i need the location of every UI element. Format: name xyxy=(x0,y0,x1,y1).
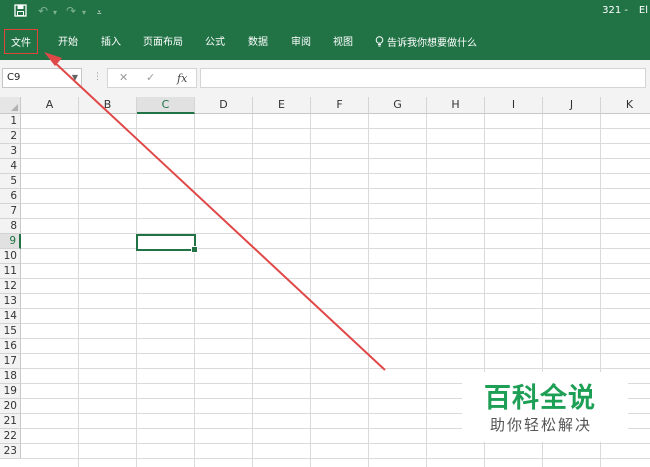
row-header[interactable]: 9 xyxy=(0,234,21,249)
formula-input[interactable] xyxy=(200,68,646,88)
row-header[interactable]: 19 xyxy=(0,384,21,399)
row-header[interactable]: 11 xyxy=(0,264,21,279)
row-header[interactable]: 6 xyxy=(0,189,21,204)
column-header[interactable]: K xyxy=(601,97,650,114)
active-cell[interactable] xyxy=(136,234,198,253)
watermark-subtitle: 助你轻松解决 xyxy=(490,416,593,434)
name-box[interactable]: C9 ▼ xyxy=(2,68,82,88)
column-header[interactable]: F xyxy=(311,97,369,114)
row-header[interactable]: 18 xyxy=(0,369,21,384)
tab-home[interactable]: 开始 xyxy=(58,33,78,48)
tab-file[interactable]: 文件 xyxy=(4,29,38,54)
lightbulb-icon xyxy=(375,36,384,47)
row-header[interactable]: 7 xyxy=(0,204,21,219)
row-header[interactable]: 12 xyxy=(0,279,21,294)
customize-qat-icon[interactable]: ⩡ xyxy=(97,6,102,20)
tab-review[interactable]: 审阅 xyxy=(291,33,311,48)
redo-icon[interactable]: ↷ xyxy=(66,4,76,18)
formula-buttons: ✕ ✓ fx xyxy=(107,68,197,88)
tell-me-box[interactable]: 告诉我你想要做什么 xyxy=(375,34,477,49)
column-header[interactable]: J xyxy=(543,97,601,114)
undo-icon[interactable]: ↶ xyxy=(38,4,48,18)
row-header[interactable]: 15 xyxy=(0,324,21,339)
row-header[interactable]: 2 xyxy=(0,129,21,144)
column-header[interactable]: I xyxy=(485,97,543,114)
dropdown-icon[interactable]: ▾ xyxy=(82,6,86,20)
name-box-value: C9 xyxy=(7,72,21,83)
row-header[interactable]: 5 xyxy=(0,174,21,189)
row-header[interactable]: 8 xyxy=(0,219,21,234)
column-header[interactable]: D xyxy=(195,97,253,114)
column-header[interactable]: B xyxy=(79,97,137,114)
row-header[interactable]: 22 xyxy=(0,429,21,444)
tell-me-label: 告诉我你想要做什么 xyxy=(387,38,477,49)
window-title-extra: El xyxy=(638,5,648,16)
column-header[interactable]: G xyxy=(369,97,427,114)
row-header[interactable]: 1 xyxy=(0,114,21,129)
cancel-icon[interactable]: ✕ xyxy=(119,71,128,84)
splitter-icon[interactable]: ⋮ xyxy=(93,72,102,82)
window-title: 321 - xyxy=(602,5,628,16)
formula-bar: C9 ▼ ⋮ ✕ ✓ fx xyxy=(0,60,650,97)
column-header[interactable]: E xyxy=(253,97,311,114)
ribbon: ↶ ▾ ↷ ▾ ⩡ 321 - El 文件 开始 插入 页面布局 公式 数据 审… xyxy=(0,0,650,60)
row-header[interactable]: 3 xyxy=(0,144,21,159)
watermark-title: 百科全说 xyxy=(484,383,596,414)
ribbon-tabs: 文件 开始 插入 页面布局 公式 数据 审阅 视图 告诉我你想要做什么 xyxy=(0,24,650,58)
column-header[interactable]: H xyxy=(427,97,485,114)
insert-function-icon[interactable]: fx xyxy=(177,72,187,85)
row-header[interactable]: 4 xyxy=(0,159,21,174)
row-header[interactable]: 13 xyxy=(0,294,21,309)
column-header[interactable]: A xyxy=(21,97,79,114)
watermark: 百科全说 助你轻松解决 xyxy=(462,372,628,442)
tab-page-layout[interactable]: 页面布局 xyxy=(143,33,183,48)
tab-insert[interactable]: 插入 xyxy=(101,33,121,48)
row-header[interactable]: 10 xyxy=(0,249,21,264)
quick-access-toolbar: ↶ ▾ ↷ ▾ ⩡ 321 - El xyxy=(0,0,650,24)
row-header[interactable]: 23 xyxy=(0,444,21,459)
row-header[interactable]: 21 xyxy=(0,414,21,429)
select-all-button[interactable] xyxy=(0,97,21,114)
column-header[interactable]: C xyxy=(137,97,195,114)
row-header[interactable]: 17 xyxy=(0,354,21,369)
fill-handle[interactable] xyxy=(191,246,198,253)
row-header[interactable]: 20 xyxy=(0,399,21,414)
chevron-down-icon[interactable]: ▼ xyxy=(72,69,78,87)
enter-icon[interactable]: ✓ xyxy=(146,71,155,84)
tab-view[interactable]: 视图 xyxy=(333,33,353,48)
tab-data[interactable]: 数据 xyxy=(248,33,268,48)
row-header[interactable]: 14 xyxy=(0,309,21,324)
tab-formulas[interactable]: 公式 xyxy=(205,33,225,48)
save-icon[interactable] xyxy=(14,4,27,20)
row-header[interactable]: 16 xyxy=(0,339,21,354)
dropdown-icon[interactable]: ▾ xyxy=(53,6,57,20)
